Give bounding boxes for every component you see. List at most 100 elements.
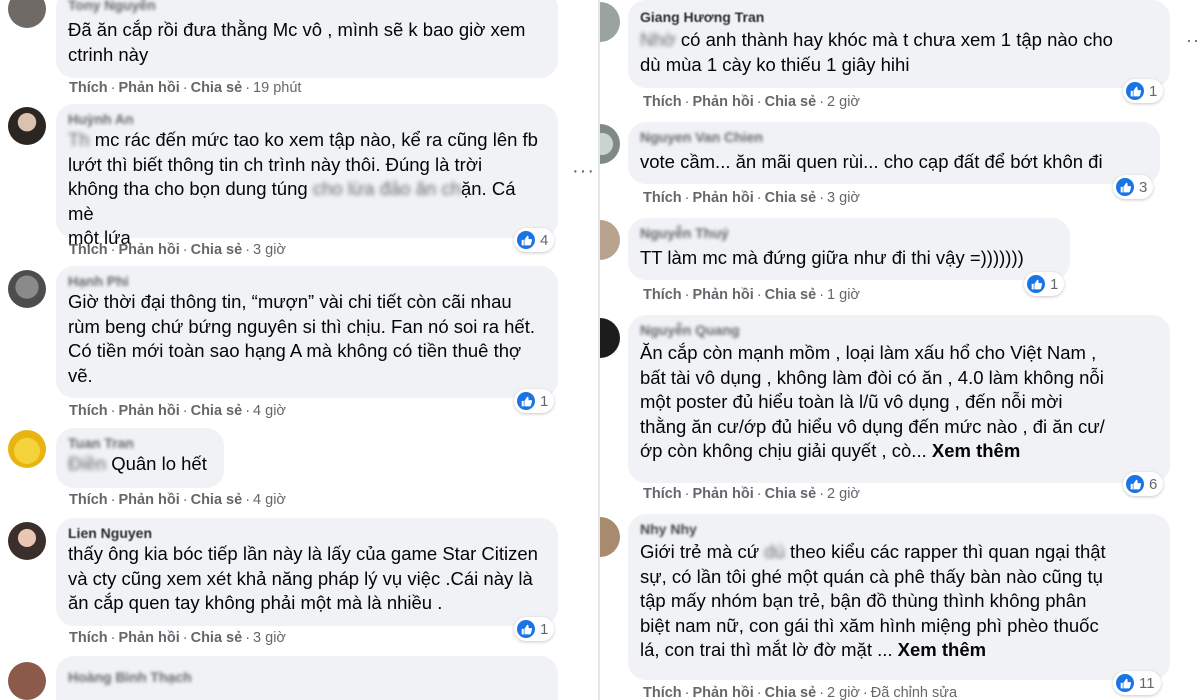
more-options-icon[interactable]: ··· [572, 160, 595, 183]
share-link[interactable]: Chia sẻ [191, 492, 243, 508]
comment-author[interactable]: Huỳnh An [68, 110, 546, 128]
reply-link[interactable]: Phản hồi [693, 94, 754, 110]
more-options-icon[interactable]: ··· [1186, 30, 1200, 51]
like-link[interactable]: Thích [69, 492, 108, 508]
comment-author[interactable]: Giang Hương Tran [640, 8, 1158, 26]
comment-actions: Thích · Phản hồi · Chia sẻ · 3 giờ [643, 190, 860, 206]
reaction-count[interactable]: 1 [1024, 272, 1065, 296]
comment-time[interactable]: 2 giờ [827, 94, 860, 110]
comment-author[interactable]: Lien Nguyen [68, 524, 546, 542]
right-comment-column: Giang Hương Tran Nhờ có anh thành hay kh… [600, 0, 1200, 700]
like-icon [1116, 674, 1134, 692]
reaction-count[interactable]: 1 [514, 617, 555, 641]
avatar[interactable] [600, 517, 620, 557]
comment-actions: Thích · Phản hồi · Chia sẻ · 19 phút [69, 80, 302, 96]
avatar[interactable] [600, 220, 620, 260]
like-link[interactable]: Thích [643, 190, 682, 206]
comment-text: Ăn cắp còn mạnh mồm , loại làm xấu hổ ch… [640, 342, 1105, 461]
share-link[interactable]: Chia sẻ [765, 190, 817, 206]
reply-link[interactable]: Phản hồi [119, 242, 180, 258]
comment-time[interactable]: 1 giờ [827, 287, 860, 303]
share-link[interactable]: Chia sẻ [191, 80, 243, 96]
avatar[interactable] [8, 430, 46, 468]
like-icon [517, 392, 535, 410]
reply-link[interactable]: Phản hồi [119, 80, 180, 96]
comment-bubble: Huỳnh An Th mc rác đến mức tao ko xem tậ… [56, 104, 558, 248]
comment-actions: Thích · Phản hồi · Chia sẻ · 4 giờ [69, 492, 286, 508]
comment-author[interactable]: Tuan Tran [68, 434, 212, 452]
see-more-link[interactable]: Xem thêm [932, 440, 1020, 461]
reaction-count[interactable]: 4 [514, 228, 555, 252]
comment-time[interactable]: 2 giờ [827, 685, 860, 700]
comment-author[interactable]: Nguyen Van Chien [640, 128, 1148, 146]
comment-bubble: Giang Hương Tran Nhờ có anh thành hay kh… [628, 0, 1170, 88]
comment-bubble: Tony Nguyễn Đã ăn cắp rồi đưa thằng Mc v… [56, 0, 558, 78]
comment-author[interactable]: Nguyễn Quang [640, 321, 1158, 339]
reply-link[interactable]: Phản hồi [119, 492, 180, 508]
reply-link[interactable]: Phản hồi [119, 630, 180, 646]
comment-text: Đã ăn cắp rồi đưa thằng Mc vô , mình sẽ … [68, 19, 526, 65]
share-link[interactable]: Chia sẻ [765, 486, 817, 502]
reaction-count[interactable]: 6 [1123, 472, 1164, 496]
like-icon [1126, 82, 1144, 100]
comment-time[interactable]: 3 giờ [253, 630, 286, 646]
comment-time[interactable]: 3 giờ [253, 242, 286, 258]
avatar[interactable] [600, 318, 620, 358]
avatar[interactable] [8, 522, 46, 560]
comment-text: Nhờ có anh thành hay khóc mà t chưa xem … [640, 29, 1113, 75]
avatar[interactable] [8, 107, 46, 145]
share-link[interactable]: Chia sẻ [765, 685, 817, 700]
comment-bubble: Nguyen Van Chien vote cầm... ăn mãi quen… [628, 122, 1160, 184]
comment-text: TT làm mc mà đứng giữa như đi thi vậy =)… [640, 247, 1024, 268]
comment-author[interactable]: Hạnh Phi [68, 272, 546, 290]
avatar[interactable] [8, 662, 46, 700]
reaction-count[interactable]: 1 [1123, 79, 1164, 103]
comment-text: vote cầm... ăn mãi quen rùi... cho cạp đ… [640, 151, 1103, 172]
comment-time[interactable]: 4 giờ [253, 403, 286, 419]
comment-bubble: Nguyễn Thuý TT làm mc mà đứng giữa như đ… [628, 218, 1070, 280]
reaction-count[interactable]: 1 [514, 389, 555, 413]
comment-author[interactable]: Nguyễn Thuý [640, 224, 1058, 242]
reaction-count[interactable]: 11 [1113, 671, 1161, 695]
see-more-link[interactable]: Xem thêm [898, 639, 986, 660]
avatar[interactable] [600, 124, 620, 164]
comment-author[interactable]: Hoàng Bình Thạch [68, 668, 546, 686]
like-icon [1126, 475, 1144, 493]
share-link[interactable]: Chia sẻ [765, 94, 817, 110]
like-icon [1116, 178, 1134, 196]
share-link[interactable]: Chia sẻ [191, 242, 243, 258]
comment-bubble: Lien Nguyen thấy ông kia bóc tiếp lần nà… [56, 518, 558, 626]
like-link[interactable]: Thích [69, 242, 108, 258]
like-link[interactable]: Thích [643, 94, 682, 110]
comment-author[interactable]: Nhy Nhy [640, 520, 1158, 538]
reply-link[interactable]: Phản hồi [693, 685, 754, 700]
like-icon [1027, 275, 1045, 293]
reply-link[interactable]: Phản hồi [693, 190, 754, 206]
comment-bubble: Nhy Nhy Giới trẻ mà cứ dú theo kiểu các … [628, 514, 1170, 680]
reaction-count[interactable]: 3 [1113, 175, 1154, 199]
like-link[interactable]: Thích [643, 486, 682, 502]
reply-link[interactable]: Phản hồi [119, 403, 180, 419]
like-link[interactable]: Thích [69, 403, 108, 419]
share-link[interactable]: Chia sẻ [191, 403, 243, 419]
share-link[interactable]: Chia sẻ [765, 287, 817, 303]
comment-actions: Thích · Phản hồi · Chia sẻ · 2 giờ · Đã chỉnh sử… [643, 685, 958, 700]
comment-time[interactable]: 3 giờ [827, 190, 860, 206]
comment-author[interactable]: Tony Nguyễn [68, 0, 546, 14]
avatar[interactable] [600, 2, 620, 42]
avatar[interactable] [8, 270, 46, 308]
comment-time[interactable]: 4 giờ [253, 492, 286, 508]
reply-link[interactable]: Phản hồi [693, 486, 754, 502]
comment-text: Điền Quân lo hết [68, 453, 207, 474]
like-link[interactable]: Thích [69, 630, 108, 646]
like-link[interactable]: Thích [643, 287, 682, 303]
avatar[interactable] [8, 0, 46, 28]
comment-actions: Thích · Phản hồi · Chia sẻ · 2 giờ [643, 94, 860, 110]
reply-link[interactable]: Phản hồi [693, 287, 754, 303]
like-link[interactable]: Thích [643, 685, 682, 700]
comment-time[interactable]: 19 phút [253, 80, 301, 96]
like-link[interactable]: Thích [69, 80, 108, 96]
share-link[interactable]: Chia sẻ [191, 630, 243, 646]
comment-time[interactable]: 2 giờ [827, 486, 860, 502]
like-icon [517, 231, 535, 249]
